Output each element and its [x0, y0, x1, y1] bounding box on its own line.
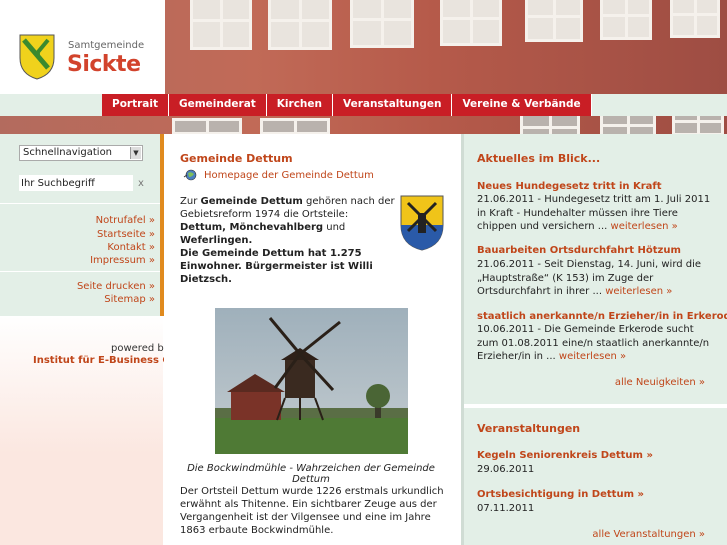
sidebar-link-notrufafel[interactable]: Notrufafel »	[96, 215, 155, 226]
read-more-link[interactable]: weiterlesen »	[559, 351, 626, 362]
population-paragraph: Die Gemeinde Dettum hat 1.275 Einwohner.…	[180, 248, 373, 285]
event-item-date: 29.06.2011	[477, 464, 535, 475]
nav-item-portrait[interactable]: Portrait	[102, 94, 169, 116]
event-item-title[interactable]: Ortsbesichtigung in Dettum »	[477, 489, 644, 500]
event-item-title[interactable]: Kegeln Seniorenkreis Dettum »	[477, 450, 653, 461]
read-more-link[interactable]: weiterlesen »	[605, 286, 672, 297]
globe-icon	[183, 169, 197, 181]
divider	[0, 203, 160, 204]
read-more-link[interactable]: weiterlesen »	[611, 221, 678, 232]
nav-item-veranstaltungen[interactable]: Veranstaltungen	[333, 94, 453, 116]
main-navigation: Portrait Gemeinderat Kirchen Veranstaltu…	[102, 94, 592, 116]
search-input[interactable]	[19, 175, 133, 191]
logo-subtitle: Samtgemeinde	[68, 40, 145, 51]
divider	[0, 271, 160, 272]
news-heading: Aktuelles im Blick...	[477, 152, 601, 165]
photo-caption: Die Bockwindmühle - Wahrzeichen der Geme…	[187, 463, 435, 485]
events-heading: Veranstaltungen	[477, 422, 581, 435]
nav-item-vereine[interactable]: Vereine & Verbände	[452, 94, 592, 116]
logo-title: Sickte	[67, 52, 141, 77]
quick-navigation-value: Schnellnavigation	[23, 147, 113, 158]
logo[interactable]: Samtgemeinde Sickte	[0, 0, 165, 94]
coat-of-arms-icon	[19, 34, 55, 80]
divider	[464, 404, 727, 408]
history-paragraph: Der Ortsteil Dettum wurde 1226 erstmals …	[180, 486, 444, 536]
dettum-coat-of-arms-icon	[400, 195, 444, 251]
chevron-down-icon: ▼	[130, 147, 141, 159]
news-item-text: 21.06.2011 - Seit Dienstag, 14. Juni, wi…	[477, 259, 702, 297]
sidebar-link-kontakt[interactable]: Kontakt »	[107, 242, 155, 253]
all-news-link[interactable]: alle Neuigkeiten »	[615, 377, 705, 388]
homepage-link[interactable]: Homepage der Gemeinde Dettum	[204, 170, 374, 181]
print-page-link[interactable]: Seite drucken »	[77, 281, 155, 292]
windmill-photo	[215, 308, 408, 454]
search-clear-icon[interactable]: x	[138, 178, 144, 189]
sidebar-link-impressum[interactable]: Impressum »	[90, 255, 155, 266]
all-events-link[interactable]: alle Veranstaltungen »	[592, 529, 705, 540]
news-item-text: 10.06.2011 - Die Gemeinde Erkerode sucht…	[477, 324, 710, 362]
news-item-text: 21.06.2011 - Hundegesetz tritt am 1. Jul…	[477, 194, 711, 232]
nav-item-gemeinderat[interactable]: Gemeinderat	[169, 94, 267, 116]
page-title: Gemeinde Dettum	[180, 152, 293, 165]
intro-paragraph: Zur Gemeinde Dettum gehören nach der Geb…	[180, 196, 395, 246]
sidebar-link-startseite[interactable]: Startseite »	[97, 229, 155, 240]
news-item-title[interactable]: staatlich anerkannte/n Erzieher/in in Er…	[477, 311, 727, 322]
quick-navigation-select[interactable]: Schnellnavigation ▼	[19, 145, 143, 161]
sitemap-link[interactable]: Sitemap »	[104, 294, 155, 305]
event-item-date: 07.11.2011	[477, 503, 535, 514]
nav-item-kirchen[interactable]: Kirchen	[266, 94, 334, 116]
powered-by-label: powered by	[111, 343, 170, 354]
news-item-title[interactable]: Bauarbeiten Ortsdurchfahrt Hötzum	[477, 245, 681, 256]
news-item-title[interactable]: Neues Hundegesetz tritt in Kraft	[477, 181, 662, 192]
